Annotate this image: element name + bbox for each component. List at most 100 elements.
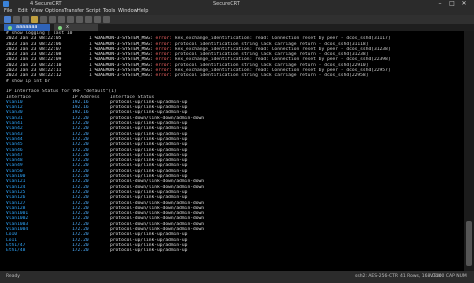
log-count: 1 [89, 36, 92, 42]
interface-status: protocol-up/link-up/admin-up [110, 174, 188, 180]
menu-script[interactable]: Script [86, 8, 101, 15]
log-error: error: [155, 68, 173, 74]
interface-status: protocol-up/link-up/admin-up [110, 152, 188, 158]
menu-options[interactable]: Options [45, 8, 64, 15]
close-icon[interactable]: ✕ [458, 0, 470, 8]
interface-status: protocol-down/link-down/admin-down [110, 216, 205, 222]
tab-bar: aaaaaaa x [0, 24, 474, 31]
settings-icon[interactable] [76, 16, 83, 23]
maximize-icon[interactable]: □ [446, 0, 458, 8]
log-date: 2023 Jan 23 [6, 36, 37, 42]
folder-icon[interactable] [31, 16, 38, 23]
quick-connect-icon[interactable] [13, 16, 20, 23]
log-message: protocol identification string lack carr… [174, 41, 369, 47]
log-count: 1 [89, 62, 92, 68]
interface-status: protocol-up/link-up/admin-up [110, 99, 188, 105]
log-date: 2023 Jan 23 [6, 62, 37, 68]
log-error: error: [155, 52, 173, 58]
log-error: error: [155, 46, 173, 52]
log-time: 08:22:10 [39, 62, 62, 68]
interface-name: Eth1/48 [6, 248, 26, 254]
minimize-icon[interactable]: – [434, 0, 446, 8]
paste-icon[interactable] [49, 16, 56, 23]
terminal-scrollbar[interactable] [464, 31, 474, 271]
log-message: kex_exchange_identification: read: Conne… [174, 36, 391, 42]
tab-label: aaaaaaa [16, 24, 38, 30]
status-misc: VT100 CAP NUM [430, 274, 467, 279]
connect-icon[interactable] [4, 16, 11, 23]
app-name: SecureCRT [213, 1, 240, 7]
interface-status: protocol-down/link-down/admin-down [110, 221, 205, 227]
log-time: 08:22:08 [39, 52, 62, 58]
connected-icon [58, 26, 62, 30]
interface-status: protocol-down/link-down/admin-down [110, 200, 205, 206]
menu-edit[interactable]: Edit [18, 8, 28, 15]
interface-status: protocol-up/link-up/admin-up [110, 189, 188, 195]
log-time: 08:22:07 [39, 46, 62, 52]
interface-status: protocol-up/link-up/admin-up [110, 232, 188, 238]
log-date: 2023 Jan 23 [6, 57, 37, 63]
copy-icon[interactable] [40, 16, 47, 23]
log-error: error: [155, 57, 173, 63]
log-message: kex_exchange_identification: read: Conne… [174, 57, 391, 63]
log-time: 08:22:11 [39, 68, 62, 74]
status-bar: Ready ssh2: AES-256-CTR 41 Rows, 168 Col… [0, 271, 474, 283]
log-tag: %DAEMON-3-SYSTEM_MSG: [94, 41, 153, 47]
menu-help[interactable]: Help [137, 8, 148, 15]
tab-session-active[interactable]: aaaaaaa [4, 24, 50, 31]
tab-label: x [66, 24, 69, 30]
toolbar [0, 15, 474, 24]
log-time: 08:22:09 [39, 57, 62, 63]
interface-status: protocol-up/link-up/admin-up [110, 142, 188, 148]
interface-status: protocol-up/link-up/admin-up [110, 110, 188, 116]
terminal-output[interactable]: # show logging | last 10 2023 Jan 23 08:… [6, 31, 464, 271]
status-connection: ssh2: AES-256-CTR [355, 274, 398, 279]
log-message: kex_exchange_identification: read: Conne… [174, 46, 391, 52]
log-tag: %DAEMON-3-SYSTEM_MSG: [94, 73, 153, 79]
interface-status: protocol-up/link-up/admin-up [110, 131, 188, 137]
keymap-icon[interactable] [94, 16, 101, 23]
log-count: 1 [89, 41, 92, 47]
log-date: 2023 Jan 23 [6, 52, 37, 58]
interface-status: protocol-down/link-down/admin-down [110, 211, 205, 217]
scrollbar-thumb[interactable] [466, 221, 472, 266]
log-tag: %DAEMON-3-SYSTEM_MSG: [94, 46, 153, 52]
log-tag: %DAEMON-3-SYSTEM_MSG: [94, 52, 153, 58]
interface-status: protocol-up/link-up/admin-up [110, 168, 188, 174]
title-bar: 4 SecureCRT SecureCRT – □ ✕ [0, 0, 474, 8]
find-icon[interactable] [58, 16, 65, 23]
sftp-icon[interactable] [85, 16, 92, 23]
log-date: 2023 Jan 23 [6, 41, 37, 47]
tab-session-2[interactable]: x [54, 24, 98, 31]
log-error: error: [155, 36, 173, 42]
log-date: 2023 Jan 23 [6, 46, 37, 52]
app-icon [3, 1, 9, 7]
log-tag: %DAEMON-3-SYSTEM_MSG: [94, 62, 153, 68]
help-icon[interactable] [103, 16, 110, 23]
interface-status: protocol-down/link-down/admin-down [110, 184, 205, 190]
log-count: 1 [89, 52, 92, 58]
reconnect-icon[interactable] [22, 16, 29, 23]
menu-tools[interactable]: Tools [103, 8, 115, 15]
log-count: 1 [89, 73, 92, 79]
interface-status: protocol-up/link-up/admin-up [110, 121, 188, 127]
menu-file[interactable]: File [4, 8, 12, 15]
log-tag: %DAEMON-3-SYSTEM_MSG: [94, 36, 153, 42]
log-date: 2023 Jan 23 [6, 68, 37, 74]
log-message: protocol identification string lack carr… [174, 62, 369, 68]
interface-status: protocol-down/link-down/admin-down [110, 115, 205, 121]
connected-icon [8, 26, 12, 30]
menu-view[interactable]: View [31, 8, 43, 15]
interface-status: protocol-up/link-up/admin-up [110, 237, 188, 243]
interface-status: protocol-up/link-up/admin-up [110, 248, 188, 254]
log-message: protocol identification string lack carr… [174, 73, 369, 79]
menu-window[interactable]: Window [118, 8, 138, 15]
log-message: kex_exchange_identification: read: Conne… [174, 68, 391, 74]
status-ready: Ready [6, 274, 20, 279]
window-title: 4 SecureCRT [30, 1, 62, 7]
menu-bar: File Edit View Options Transfer Script T… [0, 8, 474, 15]
print-icon[interactable] [67, 16, 74, 23]
log-count: 1 [89, 57, 92, 63]
menu-transfer[interactable]: Transfer [64, 8, 84, 15]
interface-status: protocol-up/link-up/admin-up [110, 136, 188, 142]
